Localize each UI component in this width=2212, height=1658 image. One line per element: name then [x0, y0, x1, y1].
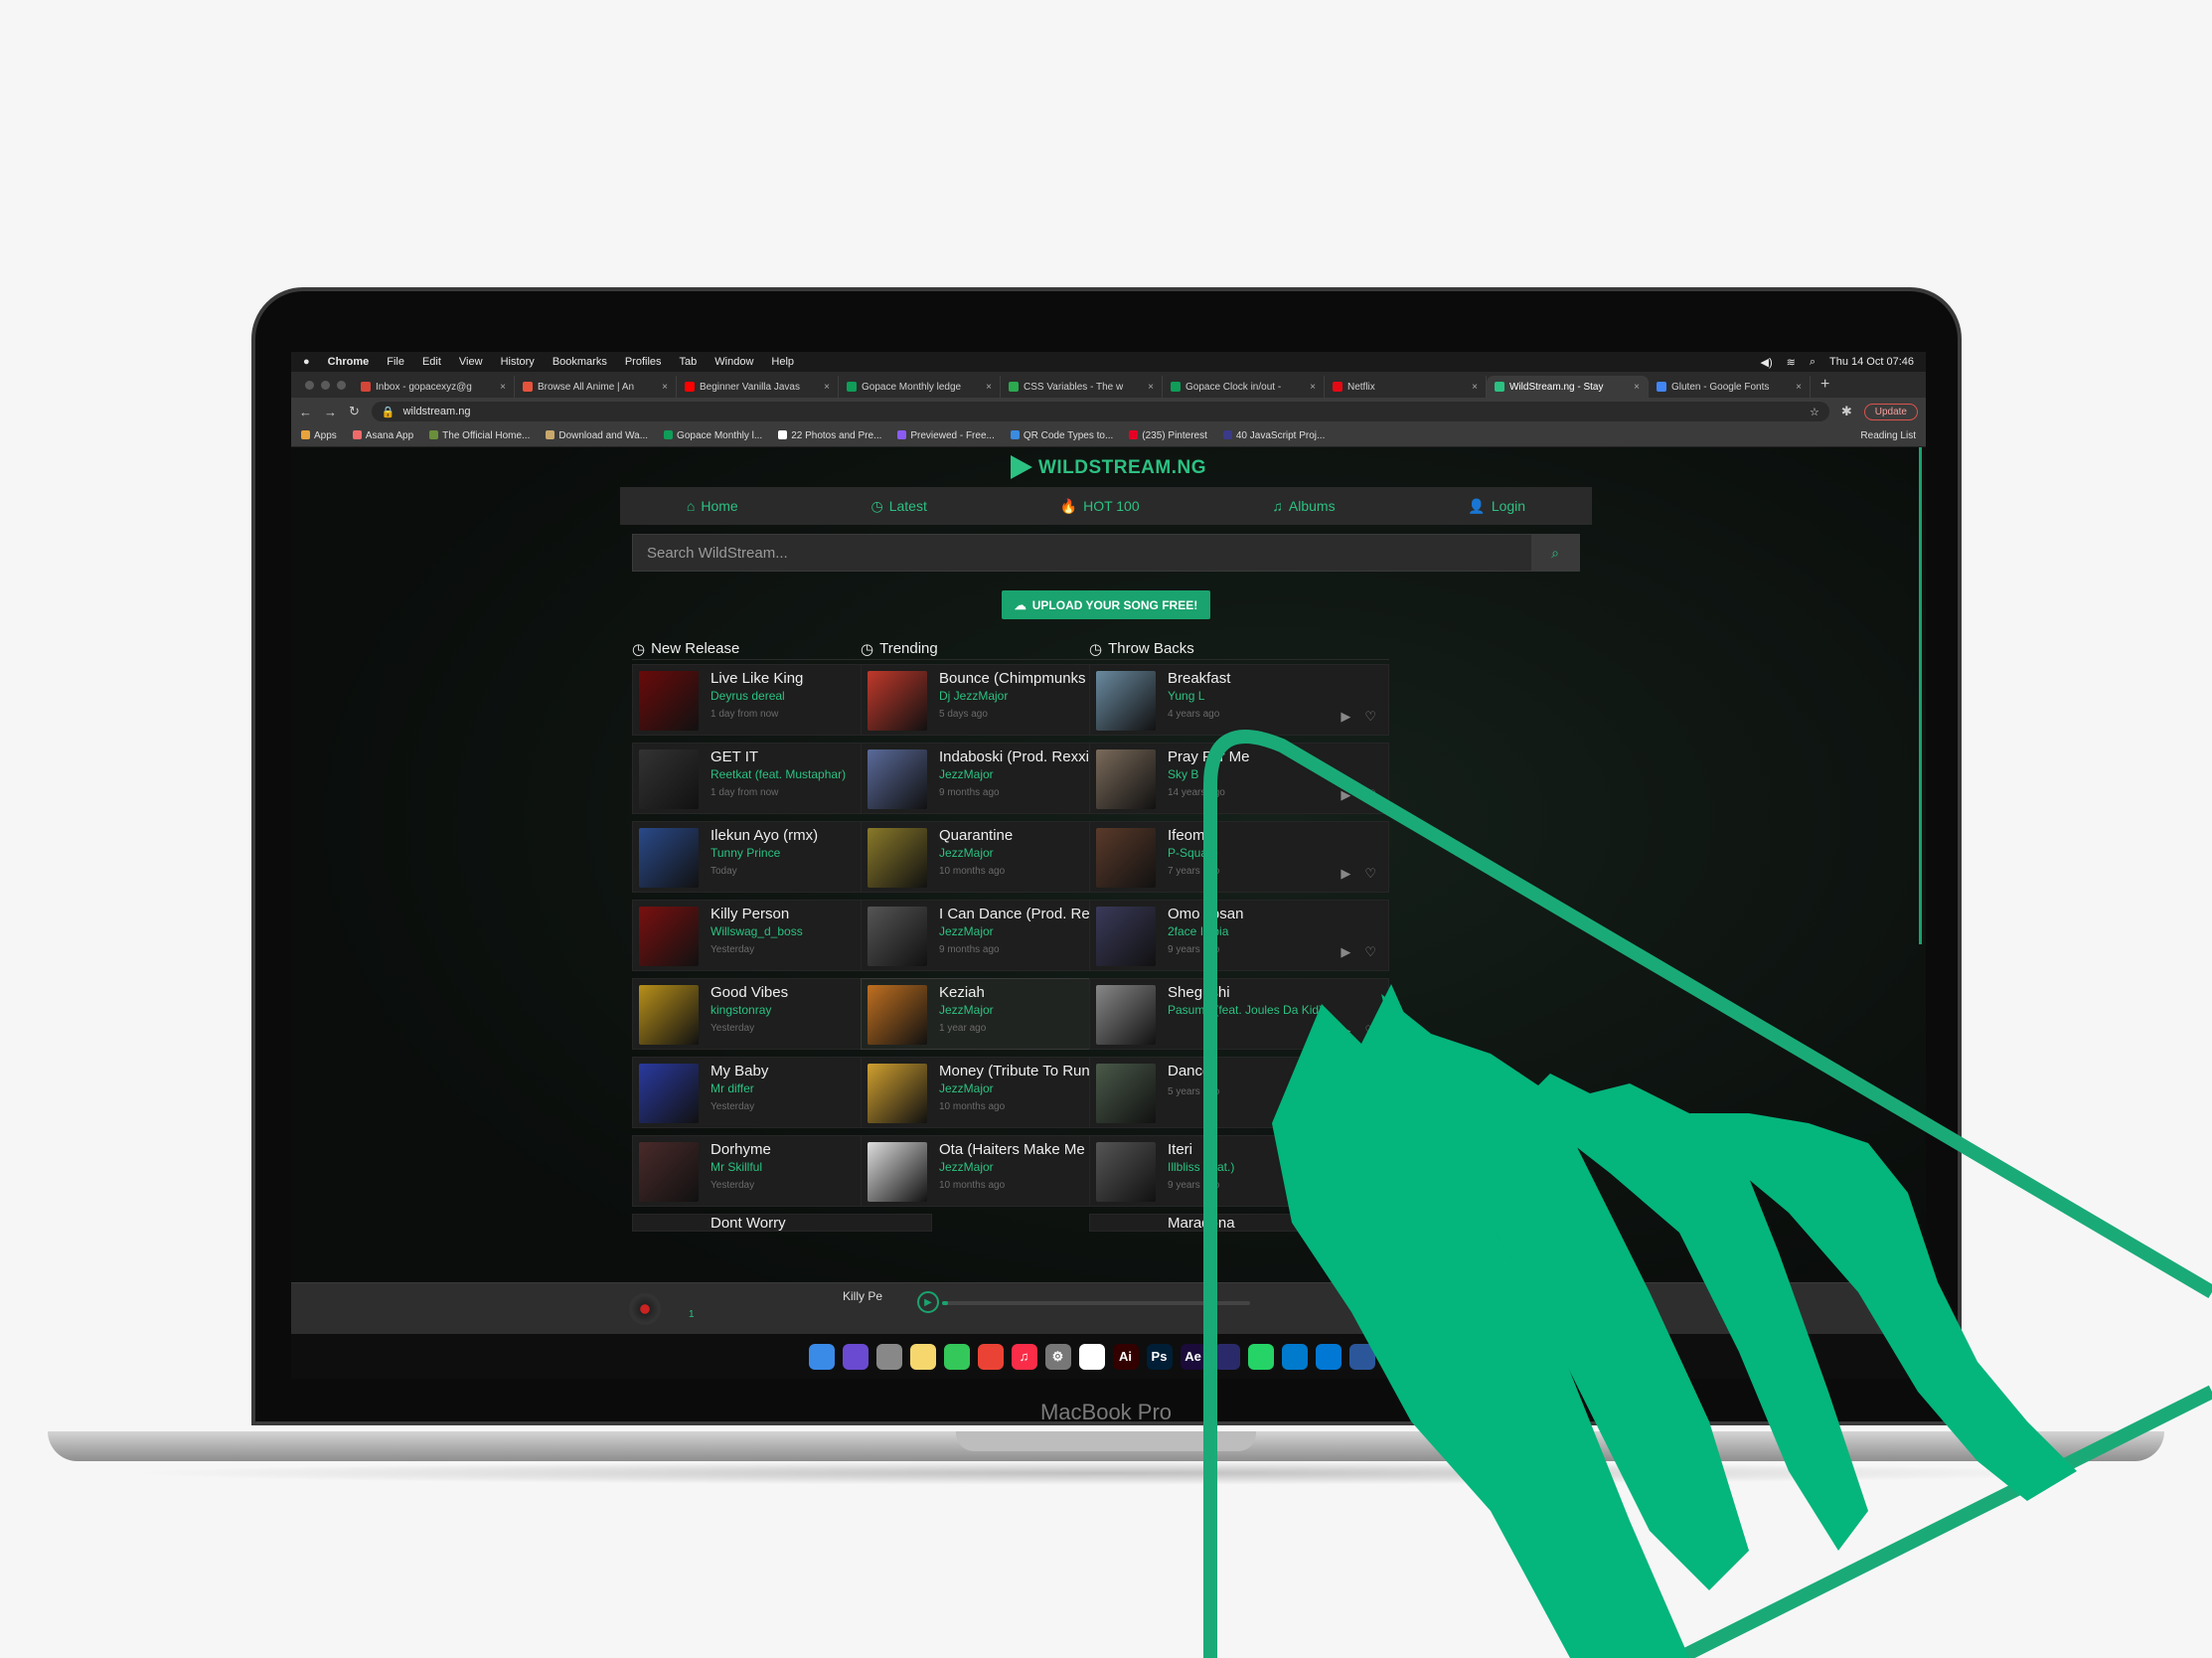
overlay-triangle-base — [1675, 1385, 2212, 1658]
decorative-logo-overlay — [1203, 730, 2212, 1658]
